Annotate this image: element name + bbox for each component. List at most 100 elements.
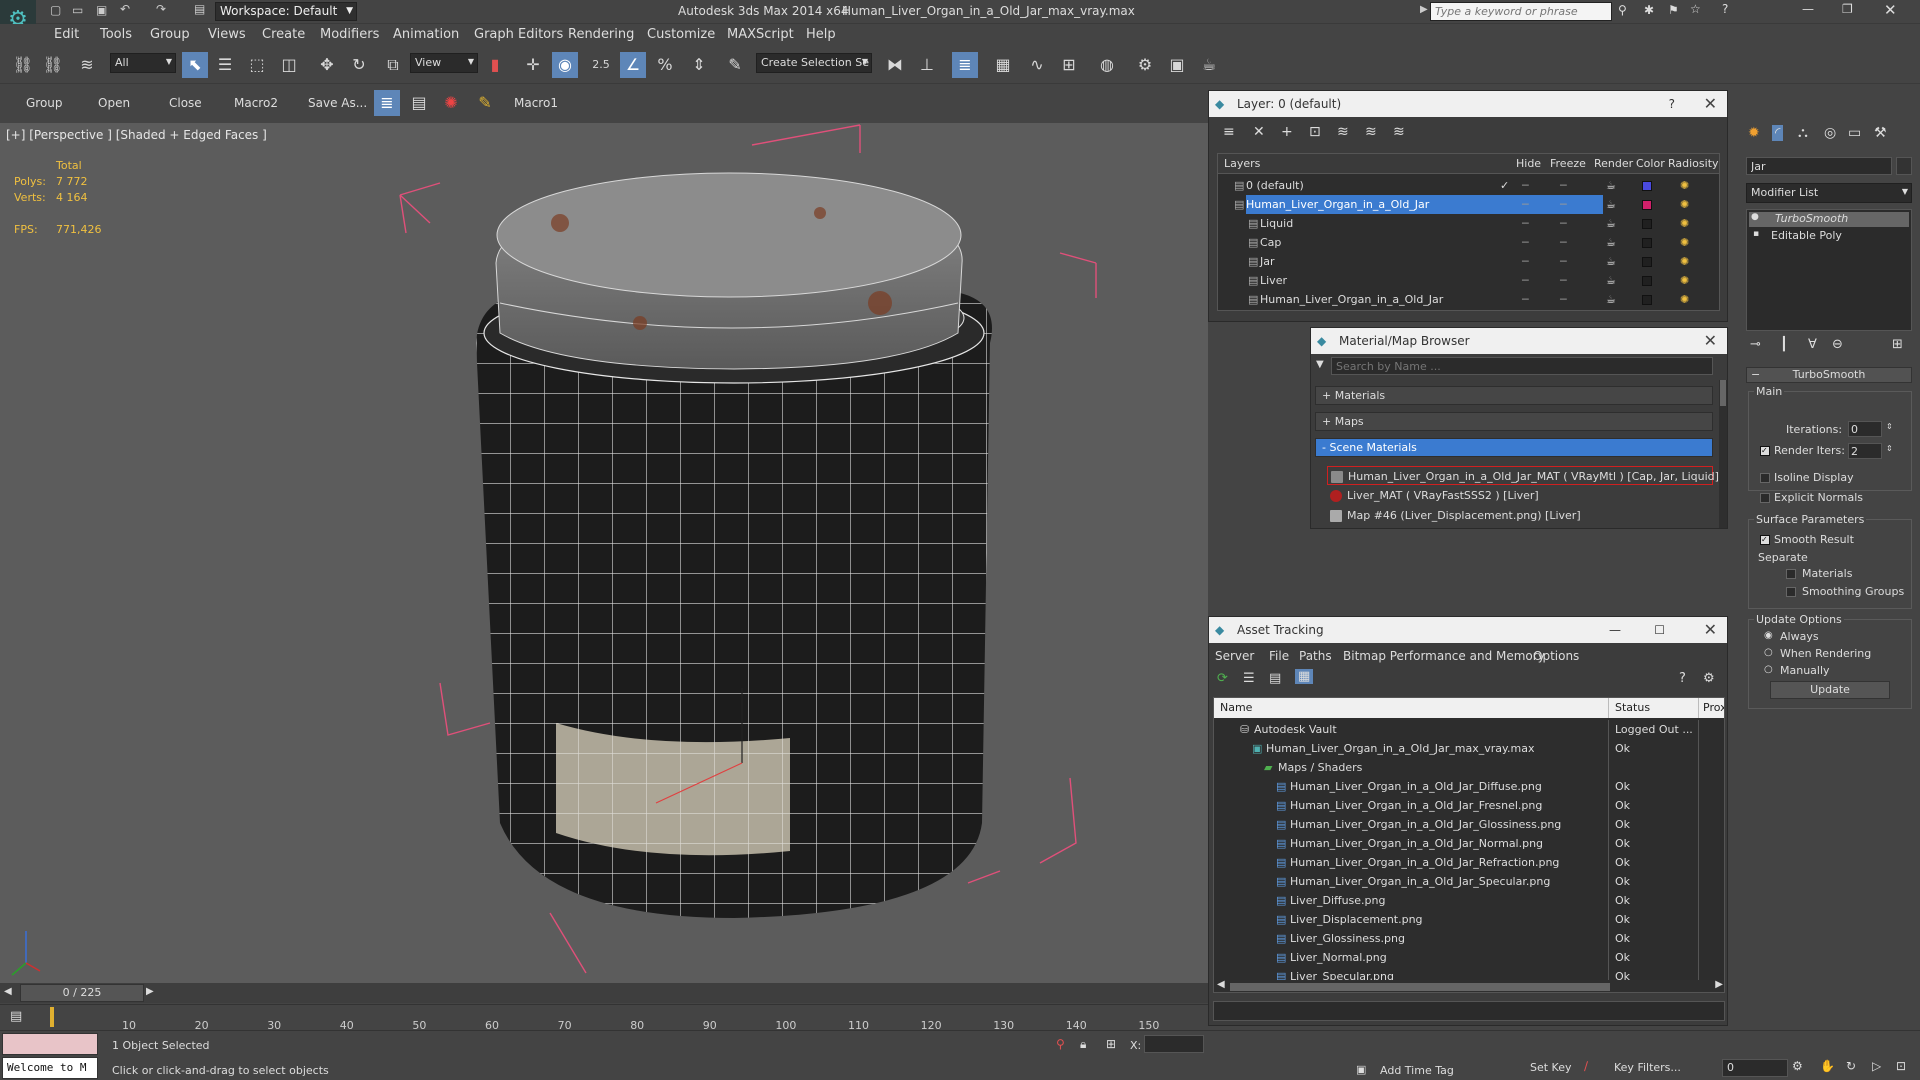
close-button[interactable]: Close xyxy=(169,96,202,110)
menu-create[interactable]: Create xyxy=(262,27,305,42)
properties-icon[interactable]: ▤ xyxy=(406,90,432,116)
track-bar[interactable]: ▤ 10 20 30 40 50 60 70 80 90 100 110 120 130 140 150 xyxy=(0,1004,1208,1032)
freeze-toggle[interactable]: ─ xyxy=(1560,195,1567,214)
render-teapot-icon[interactable]: ☕ xyxy=(1606,214,1616,233)
particles-icon[interactable]: ✺ xyxy=(438,90,464,116)
scrollbar[interactable] xyxy=(1719,380,1727,528)
subscription-icon[interactable]: ✱ xyxy=(1644,3,1654,17)
absolute-mode-icon[interactable]: ⊞ xyxy=(1106,1037,1116,1051)
menu-file[interactable]: File xyxy=(1269,649,1289,663)
layer-name[interactable]: 0 (default) xyxy=(1246,176,1304,195)
utilities-tab-icon[interactable]: ⚒ xyxy=(1874,125,1887,141)
time-tag-icon[interactable]: ▣ xyxy=(1356,1063,1366,1076)
freeze-toggle[interactable]: ─ xyxy=(1560,233,1567,252)
show-end-result-icon[interactable]: ┃ xyxy=(1780,337,1788,352)
set-key-button[interactable]: Set Key xyxy=(1530,1061,1572,1074)
align-icon[interactable]: ⊥ xyxy=(914,52,940,78)
layer-panel-title-bar[interactable]: ◆ Layer: 0 (default) ? ✕ xyxy=(1209,91,1727,117)
settings-icon[interactable]: ⚙ xyxy=(1703,671,1715,686)
asset-row[interactable]: ▣ Human_Liver_Organ_in_a_Old_Jar_max_vray… xyxy=(1214,739,1724,758)
edit-named-selection-icon[interactable]: ✎ xyxy=(722,52,748,78)
chevron-right-icon[interactable]: ▶ xyxy=(1715,979,1723,990)
render-production-icon[interactable]: ☕ xyxy=(1196,52,1222,78)
workspace-dropdown[interactable]: Workspace: Default ▼ xyxy=(215,2,357,21)
hierarchy-tab-icon[interactable]: ⛬ xyxy=(1798,125,1808,141)
object-color-swatch[interactable] xyxy=(1896,157,1912,175)
layers-icon[interactable]: ≣ xyxy=(374,90,400,116)
select-object-icon[interactable]: ⬉ xyxy=(182,52,208,78)
render-teapot-icon[interactable]: ☕ xyxy=(1606,290,1616,309)
display-tab-icon[interactable]: ▭ xyxy=(1848,125,1861,141)
close-icon[interactable]: ✕ xyxy=(1704,91,1717,117)
help-icon[interactable]: ? xyxy=(1679,671,1686,686)
radiosity-bulb-icon[interactable]: ✺ xyxy=(1680,290,1689,309)
render-teapot-icon[interactable]: ☕ xyxy=(1606,271,1616,290)
rendered-frame-window-icon[interactable]: ▣ xyxy=(1164,52,1190,78)
close-window-icon[interactable]: ✕ xyxy=(1884,1,1897,19)
unlink-icon[interactable]: ⛓ xyxy=(40,52,66,78)
spinner-arrows-icon[interactable]: ⇕ xyxy=(1886,422,1893,431)
mini-curve-editor-icon[interactable]: ▤ xyxy=(10,1009,22,1024)
bind-space-warp-icon[interactable]: ≋ xyxy=(74,52,100,78)
snaps-toggle-icon[interactable]: 2.5 xyxy=(588,52,614,78)
close-icon[interactable]: ✕ xyxy=(1704,617,1717,643)
hide-toggle[interactable]: ─ xyxy=(1522,271,1529,290)
open-button[interactable]: Open xyxy=(98,96,130,110)
keyword-search-input[interactable] xyxy=(1430,2,1612,21)
hide-toggle[interactable]: ─ xyxy=(1522,214,1529,233)
grid-view-icon[interactable]: ▦ xyxy=(1295,669,1314,684)
chevron-left-icon[interactable]: ◀ xyxy=(4,986,12,997)
paint-brush-icon[interactable]: ✎ xyxy=(472,90,498,116)
layer-name[interactable]: Human_Liver_Organ_in_a_Old_Jar xyxy=(1246,195,1604,214)
add-time-tag-label[interactable]: Add Time Tag xyxy=(1380,1064,1454,1077)
menu-modifiers[interactable]: Modifiers xyxy=(320,27,379,42)
select-manipulate-icon[interactable]: ✛ xyxy=(520,52,546,78)
layer-row[interactable]: ▤ 0 (default) ─ ─ ☕ ✺ ✓ xyxy=(1218,176,1719,195)
layer-row[interactable]: ▤ Human_Liver_Organ_in_a_Old_Jar ─ ─ ☕ ✺ xyxy=(1218,195,1719,214)
list-view-icon[interactable]: ☰ xyxy=(1243,671,1255,686)
menu-help[interactable]: Help xyxy=(806,27,836,42)
window-crossing-icon[interactable]: ◫ xyxy=(276,52,302,78)
save-file-icon[interactable]: ▣ xyxy=(96,3,107,17)
scene-materials-section[interactable]: - Scene Materials xyxy=(1315,438,1713,457)
layer-color-swatch[interactable] xyxy=(1642,257,1652,267)
key-curve-icon[interactable]: ∕ xyxy=(1584,1059,1588,1073)
freeze-toggle[interactable]: ─ xyxy=(1560,176,1567,195)
motion-tab-icon[interactable]: ◎ xyxy=(1824,125,1836,141)
binoculars-icon[interactable]: ⚲ xyxy=(1618,3,1627,17)
selection-lock-icon[interactable]: 🔒︎ xyxy=(1080,1037,1086,1052)
delete-layer-icon[interactable]: ✕ xyxy=(1253,124,1265,140)
modify-tab-icon[interactable]: ◜ xyxy=(1772,125,1784,141)
open-file-icon[interactable]: ▭ xyxy=(72,3,83,17)
manually-radio[interactable]: ○ xyxy=(1764,664,1773,675)
column-status[interactable]: Status xyxy=(1608,698,1698,718)
add-to-layer-icon[interactable]: + xyxy=(1281,124,1293,140)
select-by-name-icon[interactable]: ☰ xyxy=(212,52,238,78)
materials-checkbox[interactable] xyxy=(1786,569,1796,579)
freeze-all-layers-icon[interactable]: ≋ xyxy=(1393,124,1405,140)
column-radiosity[interactable]: Radiosity xyxy=(1668,154,1719,174)
radiosity-bulb-icon[interactable]: ✺ xyxy=(1680,195,1689,214)
minimize-icon[interactable]: — xyxy=(1609,617,1621,643)
minimize-icon[interactable]: — xyxy=(1802,2,1814,16)
menu-group[interactable]: Group xyxy=(150,27,190,42)
column-proxy[interactable]: Proxy xyxy=(1698,698,1724,718)
layer-color-swatch[interactable] xyxy=(1642,181,1652,191)
asset-row[interactable]: ▤ Liver_Displacement.png Ok xyxy=(1214,910,1724,929)
rotate-icon[interactable]: ↻ xyxy=(346,52,372,78)
horizontal-scrollbar[interactable]: ◀ ▶ xyxy=(1214,979,1724,992)
render-teapot-icon[interactable]: ☕ xyxy=(1606,233,1616,252)
field-of-view-icon[interactable]: ▷ xyxy=(1872,1059,1881,1073)
isolate-icon[interactable]: ⚲ xyxy=(1056,1037,1065,1051)
pin-stack-icon[interactable]: ⊸ xyxy=(1750,337,1761,352)
refresh-icon[interactable]: ⟳ xyxy=(1217,671,1228,686)
current-frame-field[interactable]: 0 xyxy=(1722,1059,1788,1077)
layer-row[interactable]: ▤ Jar ─ ─ ☕ ✺ xyxy=(1218,252,1719,271)
link-icon[interactable]: ⛓ xyxy=(10,52,36,78)
asset-path-field[interactable] xyxy=(1213,1001,1725,1021)
time-slider-thumb[interactable]: 0 / 225 xyxy=(20,984,144,1002)
expand-icon[interactable]: ▪ xyxy=(1753,229,1759,239)
render-iters-spinner[interactable] xyxy=(1848,443,1882,459)
menu-animation[interactable]: Animation xyxy=(393,27,459,42)
asset-row[interactable]: ▰ Maps / Shaders xyxy=(1214,758,1724,777)
